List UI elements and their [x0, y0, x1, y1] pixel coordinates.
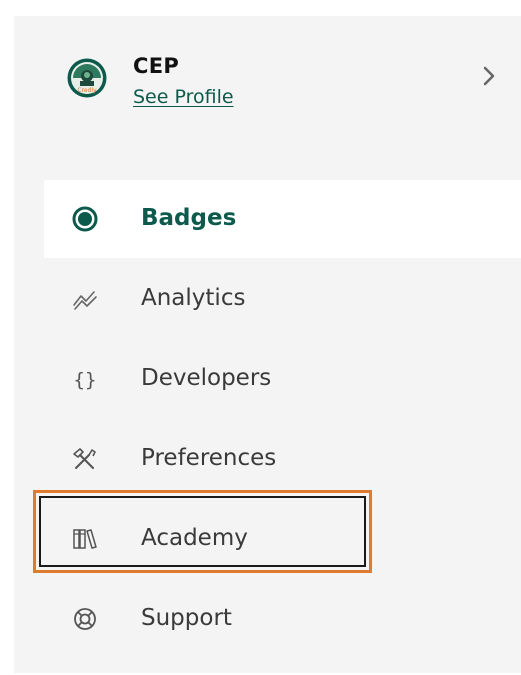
badge-icon [72, 206, 98, 232]
sidebar-item-label: Preferences [141, 445, 277, 471]
sidebar-item-academy[interactable]: Academy [44, 500, 521, 578]
lifebuoy-icon [74, 608, 96, 630]
sidebar-item-developers[interactable]: {} Developers [44, 340, 521, 418]
sidebar-item-label: Badges [141, 205, 237, 231]
see-profile-link[interactable]: See Profile [133, 86, 234, 108]
profile-name: CEP [133, 54, 180, 78]
sidebar-item-preferences[interactable]: Preferences [44, 420, 521, 498]
profile-header: Credly CEP See Profile [14, 16, 521, 136]
sidebar-item-label: Developers [141, 365, 272, 391]
sidebar-item-badges[interactable]: Badges [44, 180, 521, 258]
sidebar-item-support[interactable]: Support [44, 580, 521, 658]
org-logo-icon[interactable]: Credly [67, 58, 107, 98]
sidebar-panel: Credly CEP See Profile Badges Analytics … [14, 16, 521, 673]
books-icon [73, 529, 97, 549]
sidebar-item-label: Support [141, 605, 232, 631]
analytics-icon [73, 291, 97, 310]
svg-text:Credly: Credly [77, 87, 97, 94]
braces-icon: {} [74, 369, 97, 391]
svg-text:{}: {} [74, 369, 97, 391]
chevron-right-icon[interactable] [479, 64, 499, 88]
tools-icon [73, 448, 96, 469]
sidebar-item-label: Academy [141, 525, 248, 551]
sidebar-item-label: Analytics [141, 285, 246, 311]
sidebar-item-analytics[interactable]: Analytics [44, 260, 521, 338]
